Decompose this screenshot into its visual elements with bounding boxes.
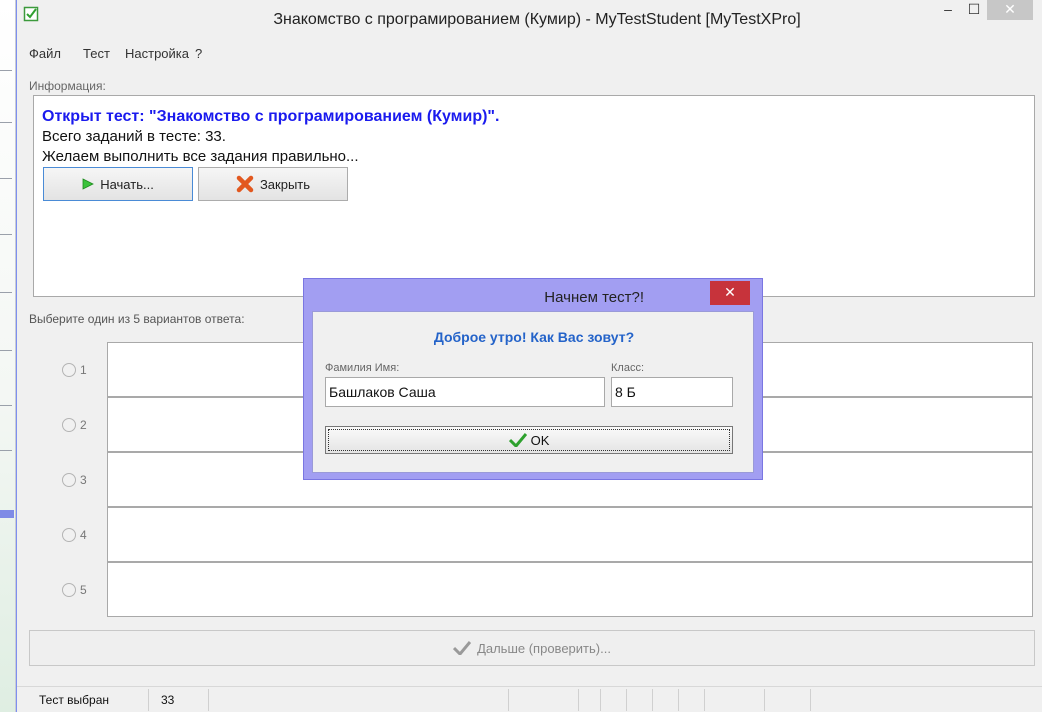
answer-radio-2[interactable] [62, 418, 76, 432]
info-label: Информация: [29, 79, 106, 93]
name-label: Фамилия Имя: [325, 362, 400, 374]
answer-radio-1[interactable] [62, 363, 76, 377]
desktop-background [0, 0, 16, 712]
start-test-button[interactable]: Начать... [43, 167, 193, 201]
menu-test[interactable]: Тест [83, 46, 110, 61]
answer-number-2: 2 [80, 418, 87, 432]
answer-number-5: 5 [80, 583, 87, 597]
status-segment-empty [601, 689, 627, 711]
status-segment-empty [209, 689, 509, 711]
question-instruction: Выберите один из 5 вариантов ответа: [29, 312, 245, 326]
ok-button[interactable]: OK [325, 426, 733, 454]
next-check-button[interactable]: Дальше (проверить)... [29, 630, 1035, 666]
answer-radio-4[interactable] [62, 528, 76, 542]
info-task-count: Всего заданий в тесте: 33. [42, 128, 226, 145]
status-segment-empty [679, 689, 705, 711]
status-segment-empty [579, 689, 601, 711]
menu-help[interactable]: ? [195, 46, 202, 61]
close-window-button[interactable]: ✕ [987, 0, 1033, 20]
class-label: Класс: [611, 362, 644, 374]
menu-settings[interactable]: Настройка [125, 46, 189, 61]
answer-radio-5[interactable] [62, 583, 76, 597]
answer-box-5[interactable] [107, 562, 1033, 617]
window-title: Знакомство с програмированием (Кумир) - … [273, 11, 801, 28]
check-icon [453, 641, 472, 655]
status-segment-empty [627, 689, 653, 711]
menu-bar: Файл Тест Настройка ? [17, 42, 1042, 64]
green-check-icon [508, 433, 527, 447]
answer-box-4[interactable] [107, 507, 1033, 562]
next-check-label: Дальше (проверить)... [477, 640, 611, 656]
answer-number-3: 3 [80, 473, 87, 487]
dialog-close-button[interactable]: ✕ [710, 281, 750, 305]
status-state: Тест выбран [29, 689, 149, 711]
status-segment-empty [765, 689, 811, 711]
start-test-dialog: Начнем тест?! ✕ Доброе утро! Как Вас зов… [303, 278, 763, 480]
play-icon [82, 178, 95, 190]
status-segment-empty [705, 689, 765, 711]
answer-number-1: 1 [80, 363, 87, 377]
start-test-label: Начать... [100, 176, 154, 192]
info-panel: Открыт тест: "Знакомство с програмирован… [33, 95, 1035, 297]
maximize-button[interactable]: ☐ [961, 0, 987, 20]
dialog-greeting: Доброе утро! Как Вас зовут? [433, 329, 635, 345]
info-wish: Желаем выполнить все задания правильно..… [42, 148, 359, 165]
dialog-body: Доброе утро! Как Вас зовут? Фамилия Имя:… [312, 311, 754, 473]
app-check-icon [23, 6, 39, 22]
ok-label: OK [530, 432, 550, 448]
status-count: 33 [149, 689, 209, 711]
status-segment-empty [509, 689, 579, 711]
status-bar: Тест выбран 33 [17, 686, 1042, 712]
status-segment-empty [653, 689, 679, 711]
red-x-icon [236, 175, 254, 193]
minimize-button[interactable]: – [935, 0, 961, 20]
title-bar[interactable]: Знакомство с програмированием (Кумир) - … [17, 0, 1042, 42]
info-title: Открыт тест: "Знакомство с програмирован… [42, 108, 500, 125]
answer-radio-3[interactable] [62, 473, 76, 487]
menu-file[interactable]: Файл [29, 46, 61, 61]
close-test-label: Закрыть [259, 176, 311, 192]
answer-number-4: 4 [80, 528, 87, 542]
dialog-title: Начнем тест?! [544, 289, 644, 306]
class-input[interactable] [611, 377, 733, 407]
close-test-button[interactable]: Закрыть [198, 167, 348, 201]
name-input[interactable] [325, 377, 605, 407]
